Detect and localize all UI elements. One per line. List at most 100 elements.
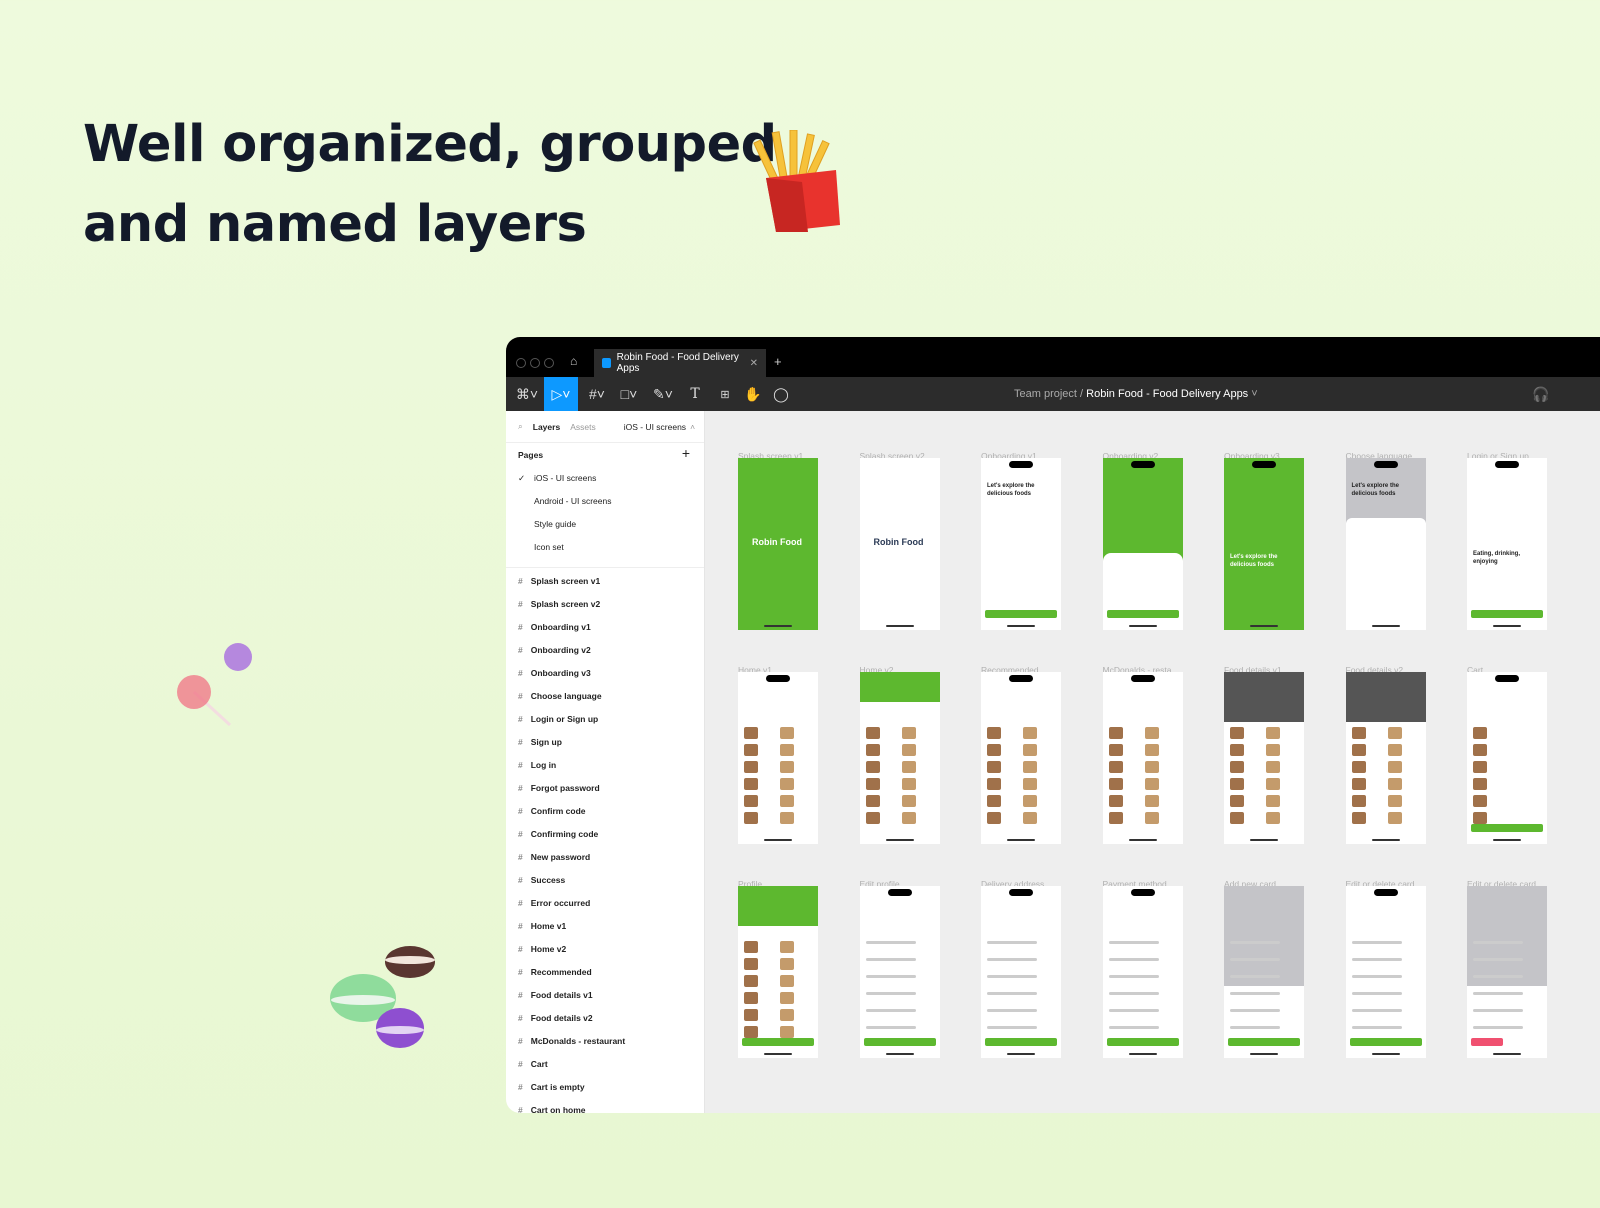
fries-illustration — [753, 130, 840, 232]
tab-assets[interactable]: Assets — [570, 422, 596, 432]
screen-frame[interactable]: Let's explore the delicious foods — [1102, 458, 1183, 630]
hand-tool-icon[interactable]: ✋ — [742, 377, 764, 411]
layer-item[interactable]: # Error occurred — [518, 898, 590, 908]
shape-tool-icon[interactable]: □˅ — [616, 377, 642, 411]
screen-heading: Eating, drinking, enjoying — [1473, 551, 1521, 565]
page-selector[interactable]: iOS - UI screens — [624, 422, 686, 432]
layer-item[interactable]: # Cart is empty — [518, 1082, 585, 1092]
screen-frame[interactable]: Let's explore the delicious foods — [1345, 458, 1426, 630]
primary-button — [1228, 1038, 1300, 1046]
pages-title: Pages — [518, 450, 544, 460]
layer-item[interactable]: # Splash screen v1 — [518, 576, 600, 586]
layer-item[interactable]: # Sign up — [518, 737, 562, 747]
screen-frame[interactable]: Robin Food — [859, 458, 940, 630]
breadcrumb-team[interactable]: Team project — [1014, 388, 1077, 400]
home-indicator — [1250, 625, 1278, 627]
screen-frame[interactable] — [1224, 886, 1304, 1058]
home-indicator — [1493, 625, 1521, 627]
layer-item[interactable]: # Onboarding v3 — [518, 668, 591, 678]
screen-frame[interactable]: Let's explore the delicious foods — [1224, 458, 1304, 630]
screen-frame[interactable] — [859, 672, 940, 844]
screen-frame[interactable] — [859, 886, 940, 1058]
layer-item[interactable]: # Food details v2 — [518, 1013, 593, 1023]
page-item[interactable]: Style guide — [534, 519, 576, 529]
frame-tool-icon[interactable]: #˅ — [584, 377, 610, 411]
components-icon[interactable]: ⊞ — [714, 377, 736, 411]
figma-menu-icon[interactable]: ⌘˅ — [512, 377, 542, 411]
screen-frame[interactable] — [1345, 886, 1426, 1058]
tab-layers[interactable]: Layers — [533, 422, 560, 432]
phone-notch — [1130, 461, 1155, 468]
home-indicator — [1371, 839, 1400, 841]
phone-notch — [1130, 675, 1155, 682]
layer-item[interactable]: # Food details v1 — [518, 990, 593, 1000]
frame-icon: # — [518, 783, 523, 793]
screen-frame[interactable] — [1102, 672, 1183, 844]
page-item[interactable]: Icon set — [534, 542, 564, 552]
home-indicator — [1128, 1053, 1157, 1055]
frame-icon: # — [518, 898, 523, 908]
screen-frame[interactable] — [981, 886, 1061, 1058]
figma-file-icon — [602, 358, 611, 368]
screen-frame[interactable] — [1224, 672, 1304, 844]
layer-item[interactable]: # Forgot password — [518, 783, 600, 793]
layer-item[interactable]: # Splash screen v2 — [518, 599, 600, 609]
text-tool-icon[interactable]: T — [684, 377, 706, 411]
headphones-icon[interactable]: 🎧 — [1530, 377, 1552, 411]
new-tab-icon[interactable]: + — [774, 354, 782, 369]
phone-notch — [1009, 889, 1033, 896]
frame-icon: # — [518, 852, 523, 862]
close-window-button[interactable] — [516, 358, 526, 368]
minimize-window-button[interactable] — [530, 358, 540, 368]
screen-frame[interactable] — [1467, 886, 1547, 1058]
layer-item[interactable]: # Recommended — [518, 967, 592, 977]
chevron-down-icon[interactable]: ˅ — [1251, 388, 1257, 400]
screen-frame[interactable] — [1345, 672, 1426, 844]
screen-frame[interactable]: Let's explore the delicious foods — [981, 458, 1061, 630]
maximize-window-button[interactable] — [544, 358, 554, 368]
canvas[interactable]: Splash screen v1 Robin Food Splash screen … — [705, 411, 1600, 1113]
logo-text: Robin Food — [873, 537, 924, 547]
screen-frame[interactable] — [1102, 886, 1183, 1058]
frame-icon: # — [518, 668, 523, 678]
layer-item[interactable]: # Home v2 — [518, 944, 566, 954]
layer-item[interactable]: # Login or Sign up — [518, 714, 598, 724]
search-icon[interactable]: ⌕ — [518, 421, 523, 432]
layer-item[interactable]: # Choose language — [518, 691, 602, 701]
frame-icon: # — [518, 1082, 523, 1092]
screen-frame[interactable] — [738, 672, 818, 844]
close-tab-icon[interactable]: ✕ — [750, 358, 758, 369]
frame-icon: # — [518, 829, 523, 839]
move-tool-icon[interactable]: ▷˅ — [544, 377, 578, 411]
layer-item[interactable]: # Confirming code — [518, 829, 598, 839]
page-item[interactable]: Android - UI screens — [534, 496, 611, 506]
frame-icon: # — [518, 576, 523, 586]
screen-frame[interactable] — [981, 672, 1061, 844]
layer-item[interactable]: # New password — [518, 852, 590, 862]
layer-item[interactable]: # Onboarding v2 — [518, 645, 591, 655]
layer-item[interactable]: # Onboarding v1 — [518, 622, 591, 632]
screen-frame[interactable]: Robin Food — [738, 458, 818, 630]
home-icon[interactable]: ⌂ — [570, 354, 577, 368]
comment-icon[interactable]: ◯ — [770, 377, 792, 411]
add-page-icon[interactable]: + — [682, 445, 690, 461]
pen-tool-icon[interactable]: ✎˅ — [650, 377, 676, 411]
phone-notch — [1495, 461, 1519, 468]
layer-item[interactable]: # Cart — [518, 1059, 548, 1069]
layer-item[interactable]: # Cart on home — [518, 1105, 586, 1113]
page-item[interactable]: ✓ iOS - UI screens — [518, 473, 596, 483]
layer-item[interactable]: # Log in — [518, 760, 556, 770]
layer-item[interactable]: # Home v1 — [518, 921, 566, 931]
layer-item[interactable]: # McDonalds - restaurant — [518, 1036, 625, 1046]
breadcrumb-file[interactable]: Robin Food - Food Delivery Apps — [1086, 388, 1248, 400]
primary-button — [985, 610, 1057, 618]
screen-frame[interactable]: Eating, drinking, enjoying — [1467, 458, 1547, 630]
file-tab[interactable]: Robin Food - Food Delivery Apps ✕ — [594, 349, 766, 377]
primary-button — [1471, 610, 1543, 618]
layer-item[interactable]: # Success — [518, 875, 565, 885]
screen-frame[interactable] — [1467, 672, 1547, 844]
frame-icon: # — [518, 1059, 523, 1069]
screen-frame[interactable] — [738, 886, 818, 1058]
layer-item[interactable]: # Confirm code — [518, 806, 586, 816]
frame-icon: # — [518, 691, 523, 701]
